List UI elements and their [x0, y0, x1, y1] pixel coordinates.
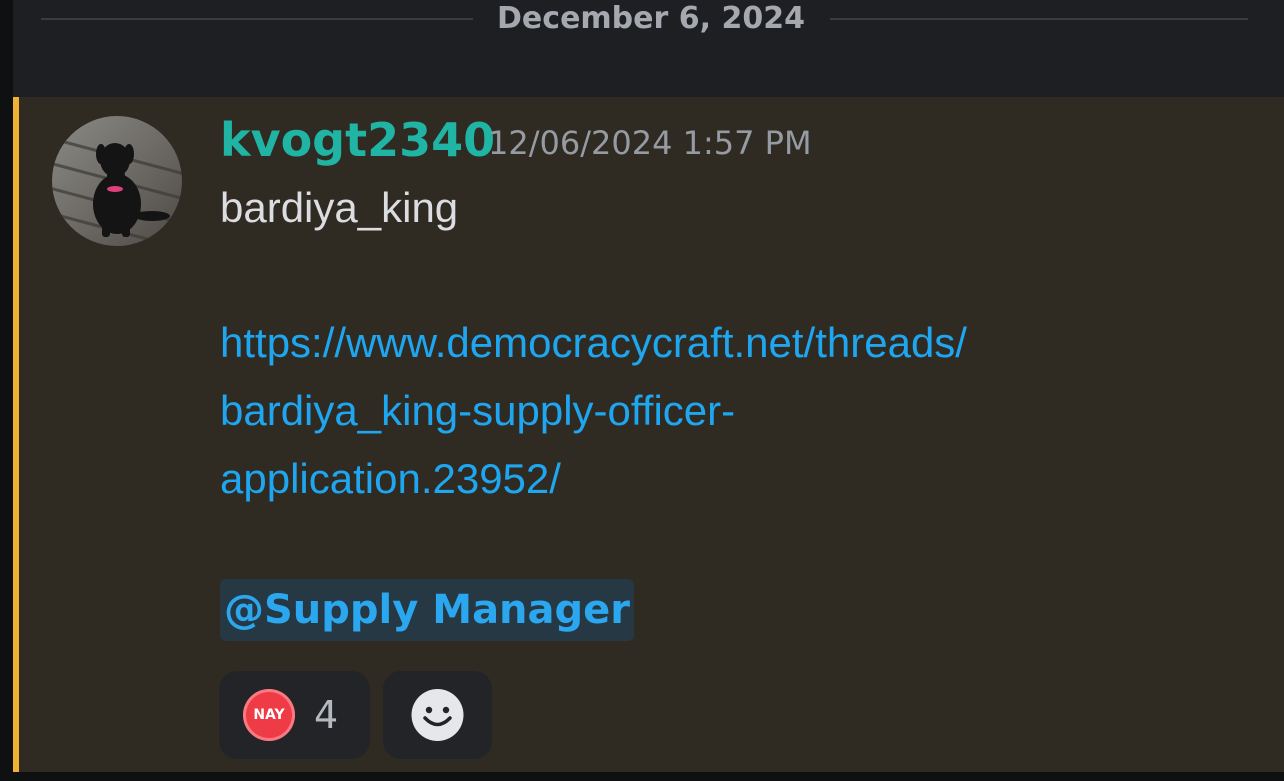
username[interactable]: kvogt2340	[220, 111, 495, 169]
date-label: December 6, 2024	[497, 1, 805, 36]
reaction-nay[interactable]: NAY 4	[219, 671, 370, 759]
message-link[interactable]: application.23952/	[220, 452, 561, 506]
nay-emoji-icon: NAY	[243, 689, 295, 741]
link-line[interactable]: bardiya_king-supply-officer-	[220, 387, 735, 434]
role-mention[interactable]: @Supply Manager	[220, 579, 635, 641]
date-divider: December 6, 2024	[13, 0, 1284, 40]
message-link[interactable]: bardiya_king-supply-officer-	[220, 384, 735, 438]
message-highlighted[interactable]: kvogt2340 12/06/2024 1:57 PM bardiya_kin…	[13, 97, 1284, 772]
message-text: bardiya_king	[220, 184, 459, 231]
link-line[interactable]: https://www.democracycraft.net/threads/	[220, 319, 967, 366]
link-line[interactable]: application.23952/	[220, 455, 561, 502]
message-timestamp: 12/06/2024 1:57 PM	[488, 124, 812, 162]
divider-line	[830, 18, 1248, 20]
chat-view: December 6, 2024 kvogt2340 12/06/2024 1:…	[13, 0, 1284, 772]
avatar[interactable]	[52, 116, 182, 246]
add-reaction-button[interactable]	[383, 671, 492, 759]
divider-line	[41, 18, 473, 20]
reaction-count: 4	[314, 693, 339, 737]
smiley-icon	[411, 689, 464, 741]
message-link[interactable]: https://www.democracycraft.net/threads/	[220, 316, 967, 370]
